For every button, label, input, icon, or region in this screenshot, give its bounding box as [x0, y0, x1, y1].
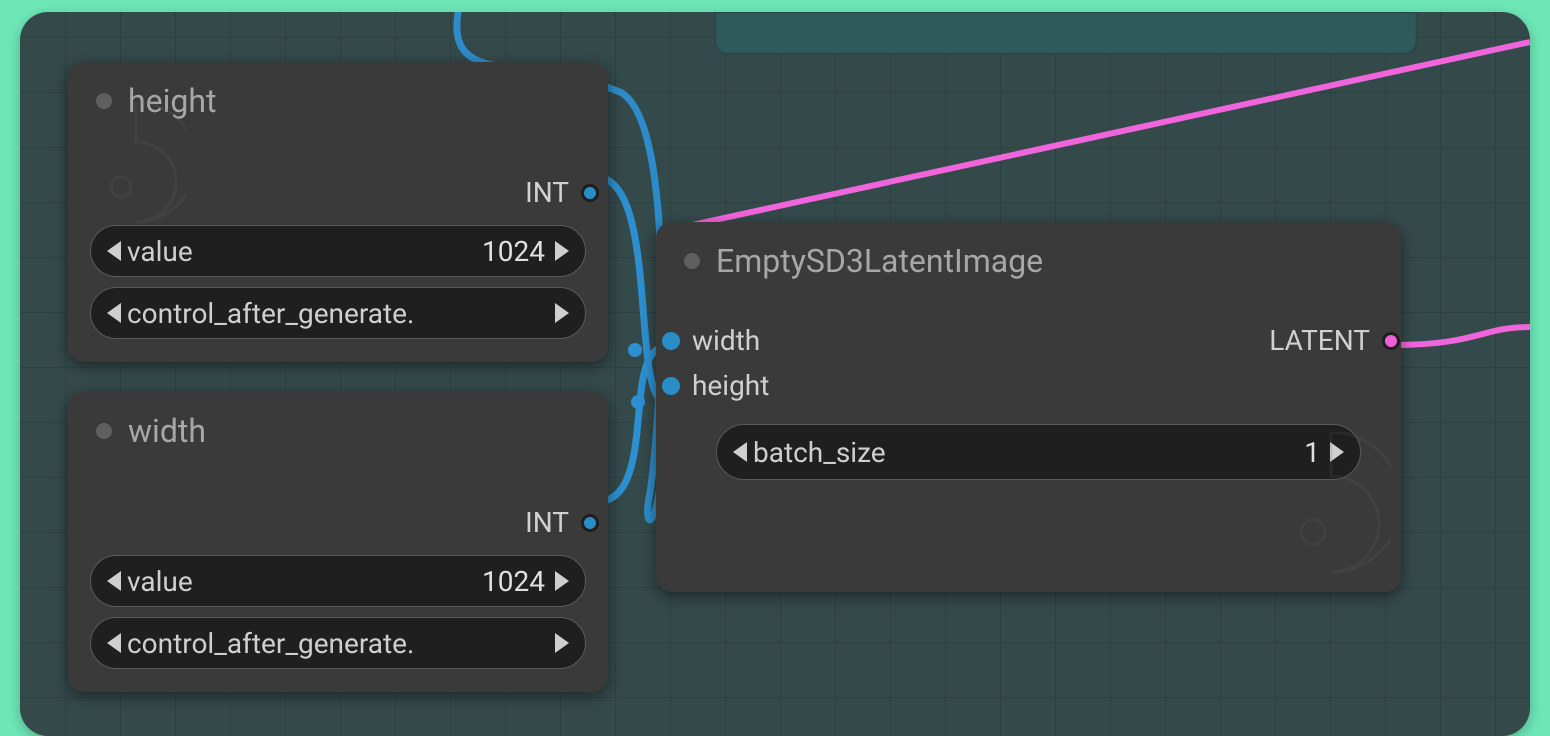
input-row-width[interactable]: width [656, 318, 1253, 363]
node-title: width [68, 392, 608, 456]
input-label: height [692, 369, 769, 402]
widget-control-after-generate[interactable]: control_after_generate. [90, 617, 586, 669]
port-out-int[interactable] [581, 514, 599, 532]
node-title-text: EmptySD3LatentImage [716, 242, 1043, 280]
port-in-int[interactable] [662, 377, 680, 395]
leaf-icon [1261, 432, 1391, 582]
widget-label: value [121, 235, 472, 268]
status-dot-icon [684, 253, 700, 269]
output-row[interactable]: LATENT [1253, 318, 1401, 363]
widget-label: value [121, 565, 472, 598]
port-out-latent[interactable] [1382, 332, 1400, 350]
port-in-int[interactable] [662, 332, 680, 350]
status-dot-icon [96, 423, 112, 439]
chevron-left-icon[interactable] [107, 571, 121, 591]
canvas-frame: height INT value 1024 control_after_gene… [20, 12, 1530, 736]
port-out-int[interactable] [581, 184, 599, 202]
widget-label: control_after_generate. [121, 297, 555, 330]
output-label: INT [525, 176, 569, 209]
chevron-right-icon[interactable] [555, 241, 569, 261]
chevron-left-icon[interactable] [107, 241, 121, 261]
output-label: LATENT [1269, 324, 1370, 357]
widget-value-text: 1024 [472, 565, 555, 598]
node-title: EmptySD3LatentImage [656, 222, 1401, 286]
output-label: INT [525, 506, 569, 539]
chevron-left-icon[interactable] [107, 633, 121, 653]
node-height[interactable]: height INT value 1024 control_after_gene… [68, 62, 608, 362]
widget-value[interactable]: value 1024 [90, 555, 586, 607]
chevron-right-icon[interactable] [555, 571, 569, 591]
chevron-left-icon[interactable] [107, 303, 121, 323]
widget-value-text: 1024 [472, 235, 555, 268]
chevron-left-icon[interactable] [733, 442, 747, 462]
output-row[interactable]: INT [68, 500, 608, 545]
widget-label: batch_size [747, 436, 1294, 469]
input-label: width [692, 324, 760, 357]
widget-control-after-generate[interactable]: control_after_generate. [90, 287, 586, 339]
collapsed-panel[interactable] [715, 12, 1417, 54]
input-row-height[interactable]: height [656, 363, 1253, 408]
node-empty-sd3-latent-image[interactable]: EmptySD3LatentImage width height LATENT … [656, 222, 1401, 592]
widget-label: control_after_generate. [121, 627, 555, 660]
widget-value[interactable]: value 1024 [90, 225, 586, 277]
node-title-text: width [128, 412, 206, 450]
node-width[interactable]: width INT value 1024 control_after_gener… [68, 392, 608, 692]
chevron-right-icon[interactable] [555, 303, 569, 323]
chevron-right-icon[interactable] [555, 633, 569, 653]
leaf-icon [76, 102, 186, 232]
